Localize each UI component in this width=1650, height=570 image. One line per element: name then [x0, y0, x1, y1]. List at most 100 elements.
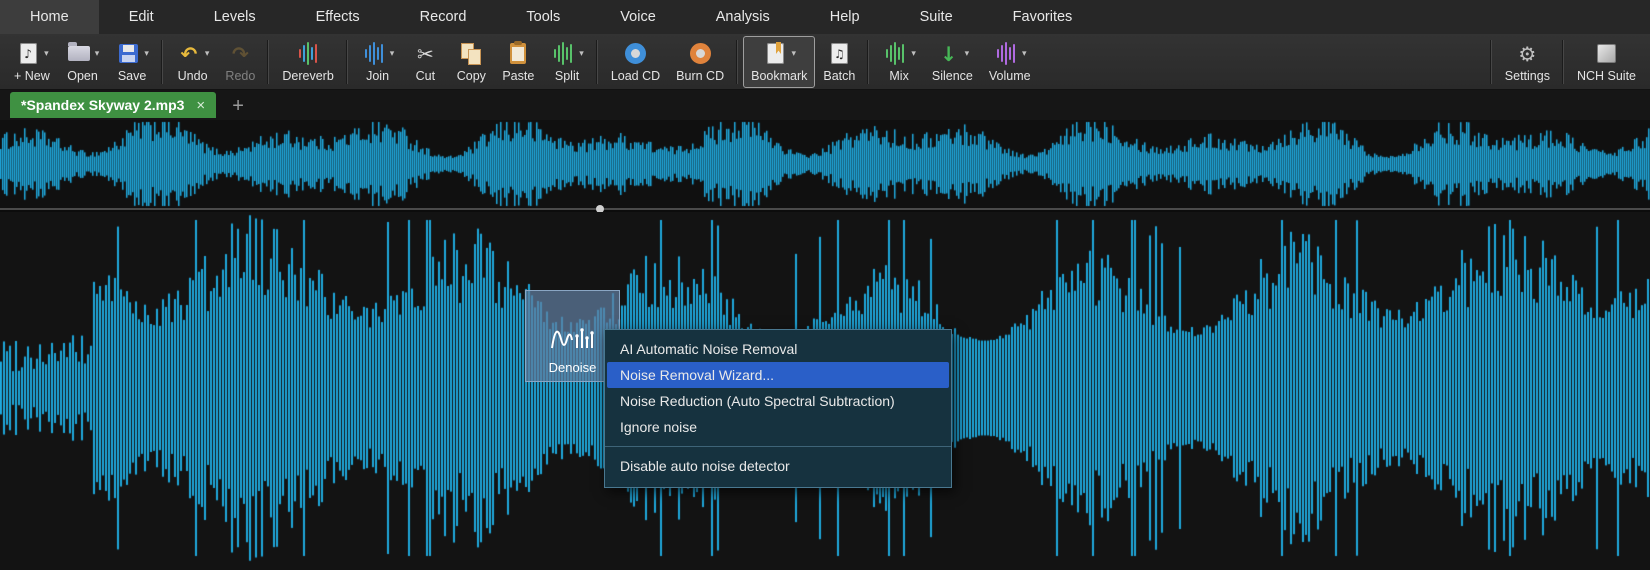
dropdown-arrow-icon[interactable]: ▾ — [791, 49, 796, 59]
button-label: Cut — [416, 69, 435, 83]
burn-cd-button[interactable]: Burn CD — [668, 36, 732, 88]
dereverb-button[interactable]: Dereverb — [274, 36, 341, 88]
toolbar-separator — [268, 40, 269, 84]
menu-separator — [605, 446, 951, 447]
dropdown-arrow-icon[interactable]: ▾ — [144, 49, 149, 59]
icon-row — [1593, 41, 1619, 67]
icon-row: ▾ — [550, 41, 584, 67]
tab-close-icon[interactable]: × — [196, 97, 205, 114]
button-label: Save — [118, 69, 147, 83]
noise-context-menu: AI Automatic Noise RemovalNoise Removal … — [604, 329, 952, 488]
icon-row: ✂ — [412, 41, 438, 67]
menu-item-noise-reduction-auto-spectral-subtraction[interactable]: Noise Reduction (Auto Spectral Subtracti… — [607, 388, 949, 414]
icon-row: ▾ — [361, 41, 395, 67]
icon-row: ▾ — [762, 41, 796, 67]
nch-suite-button[interactable]: NCH Suite — [1569, 36, 1644, 88]
dropdown-arrow-icon[interactable]: ▾ — [95, 49, 100, 59]
toolbar-separator — [737, 40, 738, 84]
split-icon — [550, 41, 576, 67]
split-button[interactable]: ▾Split — [542, 36, 592, 88]
dropdown-arrow-icon[interactable]: ▾ — [44, 49, 49, 59]
dropdown-arrow-icon[interactable]: ▾ — [390, 49, 395, 59]
add-tab-button[interactable]: + — [232, 96, 244, 116]
button-label: Volume — [989, 69, 1031, 83]
mix-button[interactable]: ▾Mix — [874, 36, 924, 88]
burncd-icon — [687, 41, 713, 67]
copy-button[interactable]: Copy — [448, 36, 494, 88]
button-label: Settings — [1505, 69, 1550, 83]
dropdown-arrow-icon[interactable]: ▾ — [965, 49, 970, 59]
icon-row: ↶▾ — [176, 41, 210, 67]
volume-icon — [993, 41, 1019, 67]
menu-levels[interactable]: Levels — [184, 0, 286, 34]
button-label: Join — [366, 69, 389, 83]
dropdown-arrow-icon[interactable]: ▾ — [911, 49, 916, 59]
toolbar-separator — [597, 40, 598, 84]
icon-row: ▾ — [993, 41, 1027, 67]
bookmark-button[interactable]: ▾Bookmark — [743, 36, 815, 88]
menu-effects[interactable]: Effects — [286, 0, 390, 34]
button-label: Paste — [502, 69, 534, 83]
silence-button[interactable]: ↓▾ Silence — [924, 36, 981, 88]
icon-row: ▾ — [66, 41, 100, 67]
dropdown-arrow-icon[interactable]: ▾ — [1022, 49, 1027, 59]
icon-row — [505, 41, 531, 67]
menu-voice[interactable]: Voice — [590, 0, 685, 34]
dropdown-arrow-icon[interactable]: ▾ — [205, 49, 210, 59]
menu-item-ai-automatic-noise-removal[interactable]: AI Automatic Noise Removal — [607, 336, 949, 362]
redo-button[interactable]: ↷Redo — [217, 36, 263, 88]
icon-row: ↓▾ — [936, 41, 970, 67]
cut-icon: ✂ — [412, 41, 438, 67]
tab-bar: *Spandex Skyway 2.mp3 × + — [0, 90, 1650, 120]
nch-icon — [1593, 41, 1619, 67]
button-label: Split — [555, 69, 579, 83]
button-label: Silence — [932, 69, 973, 83]
save-icon — [115, 41, 141, 67]
open-icon — [66, 41, 92, 67]
new-button[interactable]: ♪▾+ New — [6, 36, 58, 88]
menu-favorites[interactable]: Favorites — [983, 0, 1103, 34]
settings-button[interactable]: ⚙ Settings — [1497, 36, 1558, 88]
menu-suite[interactable]: Suite — [890, 0, 983, 34]
button-label: Copy — [457, 69, 486, 83]
paste-button[interactable]: Paste — [494, 36, 542, 88]
open-button[interactable]: ▾Open — [58, 36, 108, 88]
toolbar-separator — [162, 40, 163, 84]
icon-row: ⚙ — [1514, 41, 1540, 67]
menu-item-disable-auto-noise-detector[interactable]: Disable auto noise detector — [607, 453, 949, 479]
copy-icon — [458, 41, 484, 67]
undo-icon: ↶ — [176, 41, 202, 67]
file-tab-label: *Spandex Skyway 2.mp3 — [21, 97, 184, 113]
join-button[interactable]: ▾Join — [353, 36, 403, 88]
mix-icon — [882, 41, 908, 67]
undo-button[interactable]: ↶▾Undo — [168, 36, 218, 88]
menu-tools[interactable]: Tools — [496, 0, 590, 34]
loadcd-icon — [623, 41, 649, 67]
save-button[interactable]: ▾ Save — [107, 36, 157, 88]
dereverb-icon — [295, 41, 321, 67]
silence-icon: ↓ — [936, 41, 962, 67]
menu-analysis[interactable]: Analysis — [686, 0, 800, 34]
icon-row: ▾ — [115, 41, 149, 67]
button-label: Batch — [823, 69, 855, 83]
redo-icon: ↷ — [227, 41, 253, 67]
menu-home[interactable]: Home — [0, 0, 99, 34]
menu-help[interactable]: Help — [800, 0, 890, 34]
menu-edit[interactable]: Edit — [99, 0, 184, 34]
menu-record[interactable]: Record — [390, 0, 497, 34]
volume-button[interactable]: ▾ Volume — [981, 36, 1039, 88]
wavepad-window: HomeEditLevelsEffectsRecordToolsVoiceAna… — [0, 0, 1650, 570]
file-tab[interactable]: *Spandex Skyway 2.mp3 × — [10, 92, 216, 118]
waveform-overview[interactable] — [0, 120, 1650, 208]
denoise-icon — [550, 324, 596, 354]
batch-button[interactable]: ♫ Batch — [815, 36, 863, 88]
dropdown-arrow-icon[interactable]: ▾ — [579, 49, 584, 59]
cut-button[interactable]: ✂ Cut — [402, 36, 448, 88]
join-icon — [361, 41, 387, 67]
icon-row — [623, 41, 649, 67]
load-cd-button[interactable]: Load CD — [603, 36, 668, 88]
button-label: + New — [14, 69, 50, 83]
menu-item-ignore-noise[interactable]: Ignore noise — [607, 414, 949, 440]
menu-item-noise-removal-wizard[interactable]: Noise Removal Wizard... — [607, 362, 949, 388]
batch-icon: ♫ — [826, 41, 852, 67]
